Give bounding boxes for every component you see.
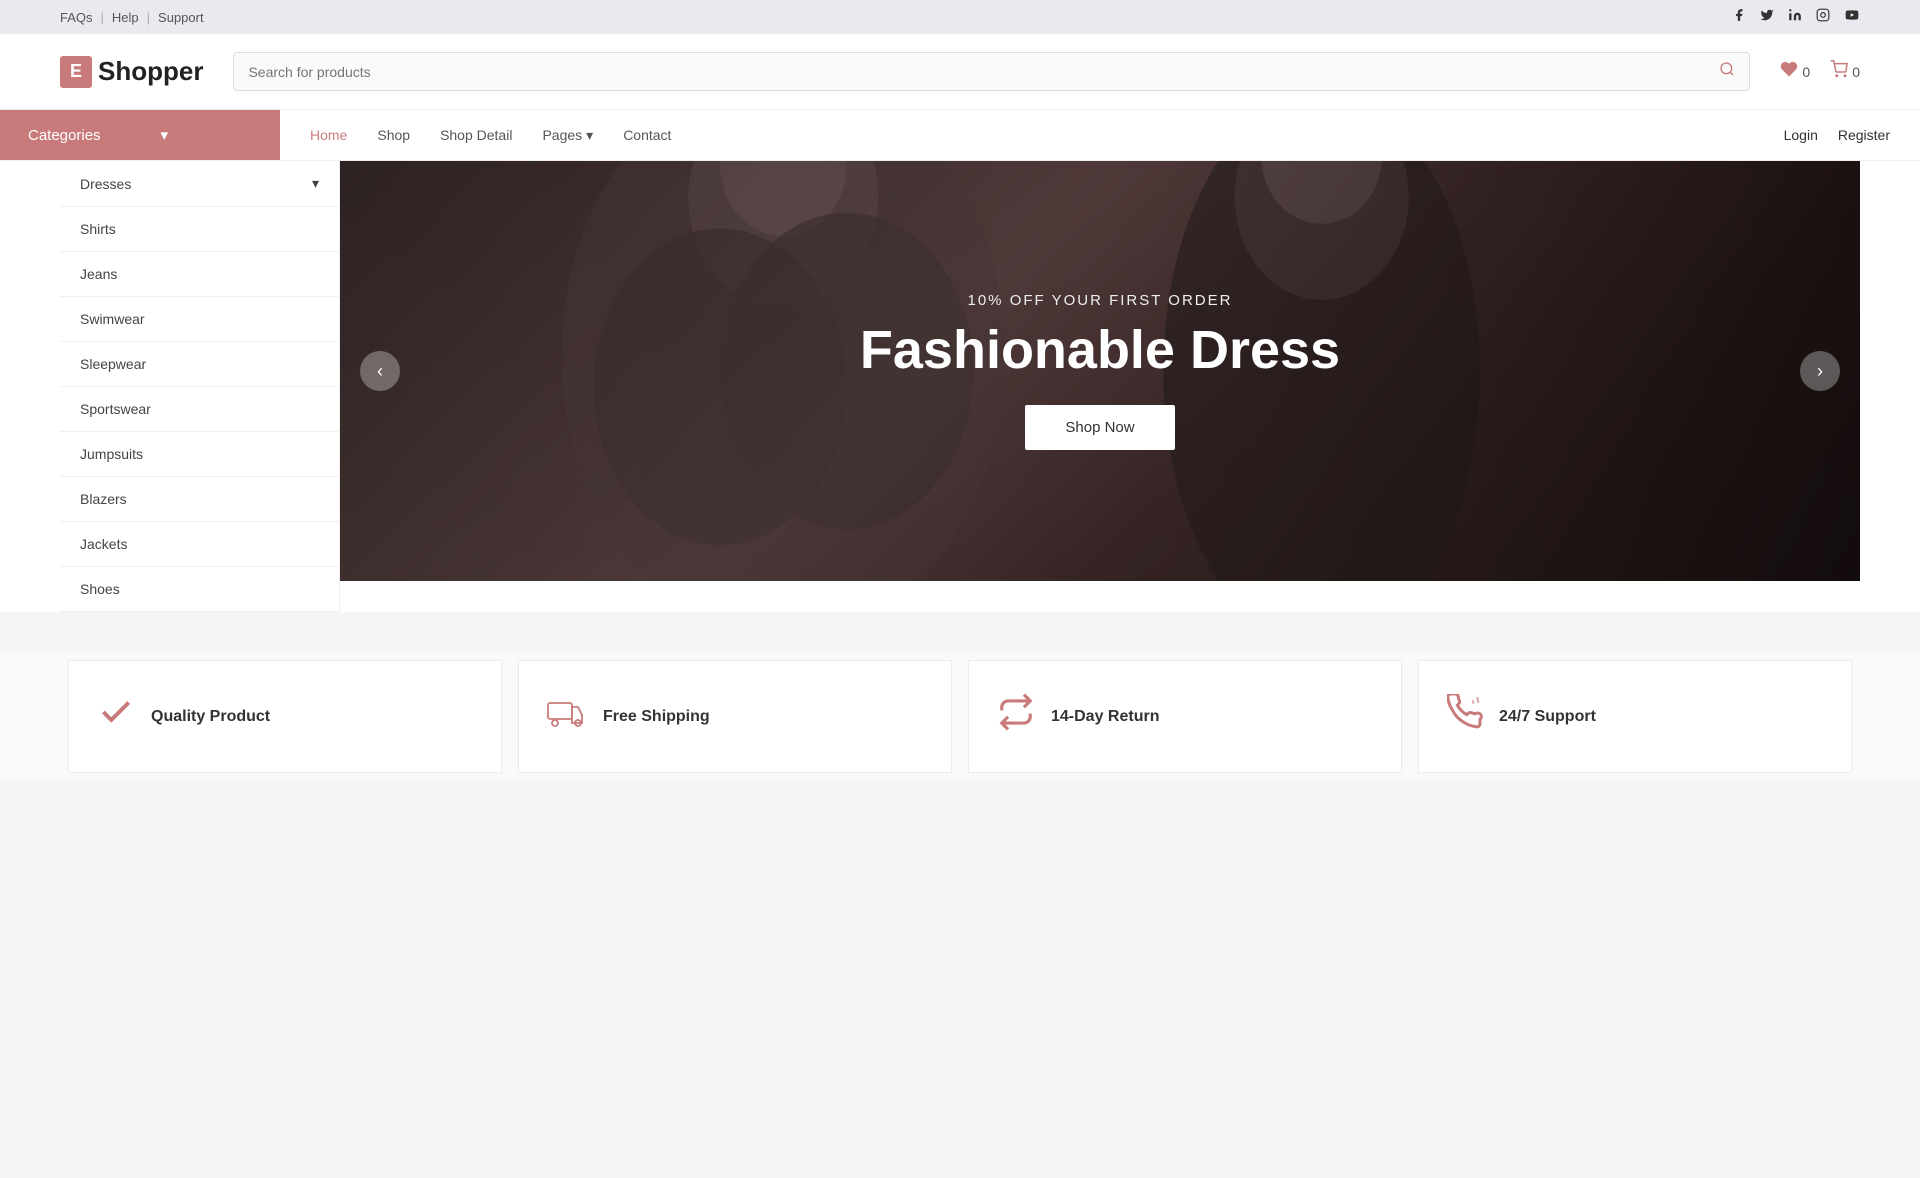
twitter-icon[interactable] [1760,8,1774,26]
instagram-icon[interactable] [1816,8,1830,26]
sidebar-item-shoes[interactable]: Shoes [60,567,339,612]
hero-slide: 10% OFF YOUR FIRST ORDER Fashionable Dre… [340,161,1860,581]
feature-quality-label: Quality Product [151,708,270,726]
navigation: Categories ▾ Home Shop Shop Detail Pages… [0,110,1920,161]
chevron-down-icon: ▾ [161,126,169,144]
sidebar-item-jumpsuits[interactable]: Jumpsuits [60,432,339,477]
slider-prev-button[interactable]: ‹ [360,351,400,391]
sidebar-item-jackets[interactable]: Jackets [60,522,339,567]
checkmark-icon [97,693,135,740]
top-bar-links: FAQs | Help | Support [60,10,204,25]
search-input[interactable] [248,64,1719,80]
facebook-icon[interactable] [1732,8,1746,26]
main-content: Dresses ▾ Shirts Jeans Swimwear Sleepwea… [0,161,1920,612]
sidebar-item-dresses[interactable]: Dresses ▾ [60,161,339,207]
feature-quality: Quality Product [68,660,502,773]
cart-icon [1830,60,1848,83]
slider-next-button[interactable]: › [1800,351,1840,391]
sidebar: Dresses ▾ Shirts Jeans Swimwear Sleepwea… [60,161,340,612]
register-link[interactable]: Register [1838,127,1890,143]
hero-cta-button[interactable]: Shop Now [1025,405,1174,450]
sidebar-item-label: Jumpsuits [80,446,143,462]
sidebar-item-label: Blazers [80,491,127,507]
logo[interactable]: E Shopper [60,56,203,88]
hero-subtitle: 10% OFF YOUR FIRST ORDER [860,292,1340,309]
features-bar: Quality Product Free Shipping 14-Day Ret… [0,652,1920,781]
faq-link[interactable]: FAQs [60,10,93,25]
nav-auth: Login Register [1754,110,1920,160]
chevron-down-icon: ▾ [312,175,319,192]
help-link[interactable]: Help [112,10,139,25]
feature-return-label: 14-Day Return [1051,708,1159,726]
search-icon[interactable] [1719,61,1735,82]
cart-button[interactable]: 0 [1830,60,1860,83]
categories-label: Categories [28,127,101,144]
youtube-icon[interactable] [1844,8,1860,26]
hero-content: 10% OFF YOUR FIRST ORDER Fashionable Dre… [860,292,1340,449]
phone-icon [1447,694,1483,739]
return-icon [997,693,1035,740]
divider2: | [147,10,150,25]
sidebar-item-label: Sportswear [80,401,151,417]
logo-brand: Shopper [98,56,203,87]
logo-letter: E [60,56,92,88]
nav-link-contact[interactable]: Contact [623,111,671,159]
feature-return: 14-Day Return [968,660,1402,773]
wishlist-button[interactable]: 0 [1780,60,1810,83]
nav-link-pages[interactable]: Pages ▾ [542,111,593,160]
nav-links: Home Shop Shop Detail Pages ▾ Contact [280,110,1754,160]
search-bar [233,52,1750,91]
sidebar-item-swimwear[interactable]: Swimwear [60,297,339,342]
divider1: | [101,10,104,25]
feature-support-label: 24/7 Support [1499,708,1596,726]
sidebar-item-shirts[interactable]: Shirts [60,207,339,252]
feature-shipping-label: Free Shipping [603,708,710,726]
sidebar-item-label: Jeans [80,266,117,282]
sidebar-item-sleepwear[interactable]: Sleepwear [60,342,339,387]
truck-icon [547,696,587,738]
nav-link-shop-detail[interactable]: Shop Detail [440,111,512,159]
sidebar-item-sportswear[interactable]: Sportswear [60,387,339,432]
cart-count: 0 [1852,64,1860,80]
sidebar-item-label: Sleepwear [80,356,146,372]
sidebar-item-label: Shirts [80,221,116,237]
sidebar-item-label: Swimwear [80,311,145,327]
heart-icon [1780,60,1798,83]
header-actions: 0 0 [1780,60,1860,83]
pages-dropdown-icon: ▾ [586,127,593,144]
sidebar-item-label: Dresses [80,176,131,192]
top-bar: FAQs | Help | Support [0,0,1920,34]
sidebar-item-jeans[interactable]: Jeans [60,252,339,297]
feature-support: 24/7 Support [1418,660,1852,773]
nav-link-home[interactable]: Home [310,111,347,159]
hero-slider: 10% OFF YOUR FIRST ORDER Fashionable Dre… [340,161,1860,581]
hero-title: Fashionable Dress [860,321,1340,380]
social-links [1732,8,1860,26]
linkedin-icon[interactable] [1788,8,1802,26]
sidebar-item-label: Jackets [80,536,127,552]
wishlist-count: 0 [1802,64,1810,80]
support-link[interactable]: Support [158,10,204,25]
categories-button[interactable]: Categories ▾ [0,110,280,160]
login-link[interactable]: Login [1784,127,1818,143]
nav-link-shop[interactable]: Shop [377,111,410,159]
sidebar-item-blazers[interactable]: Blazers [60,477,339,522]
sidebar-item-label: Shoes [80,581,120,597]
header: E Shopper 0 0 [0,34,1920,110]
feature-shipping: Free Shipping [518,660,952,773]
